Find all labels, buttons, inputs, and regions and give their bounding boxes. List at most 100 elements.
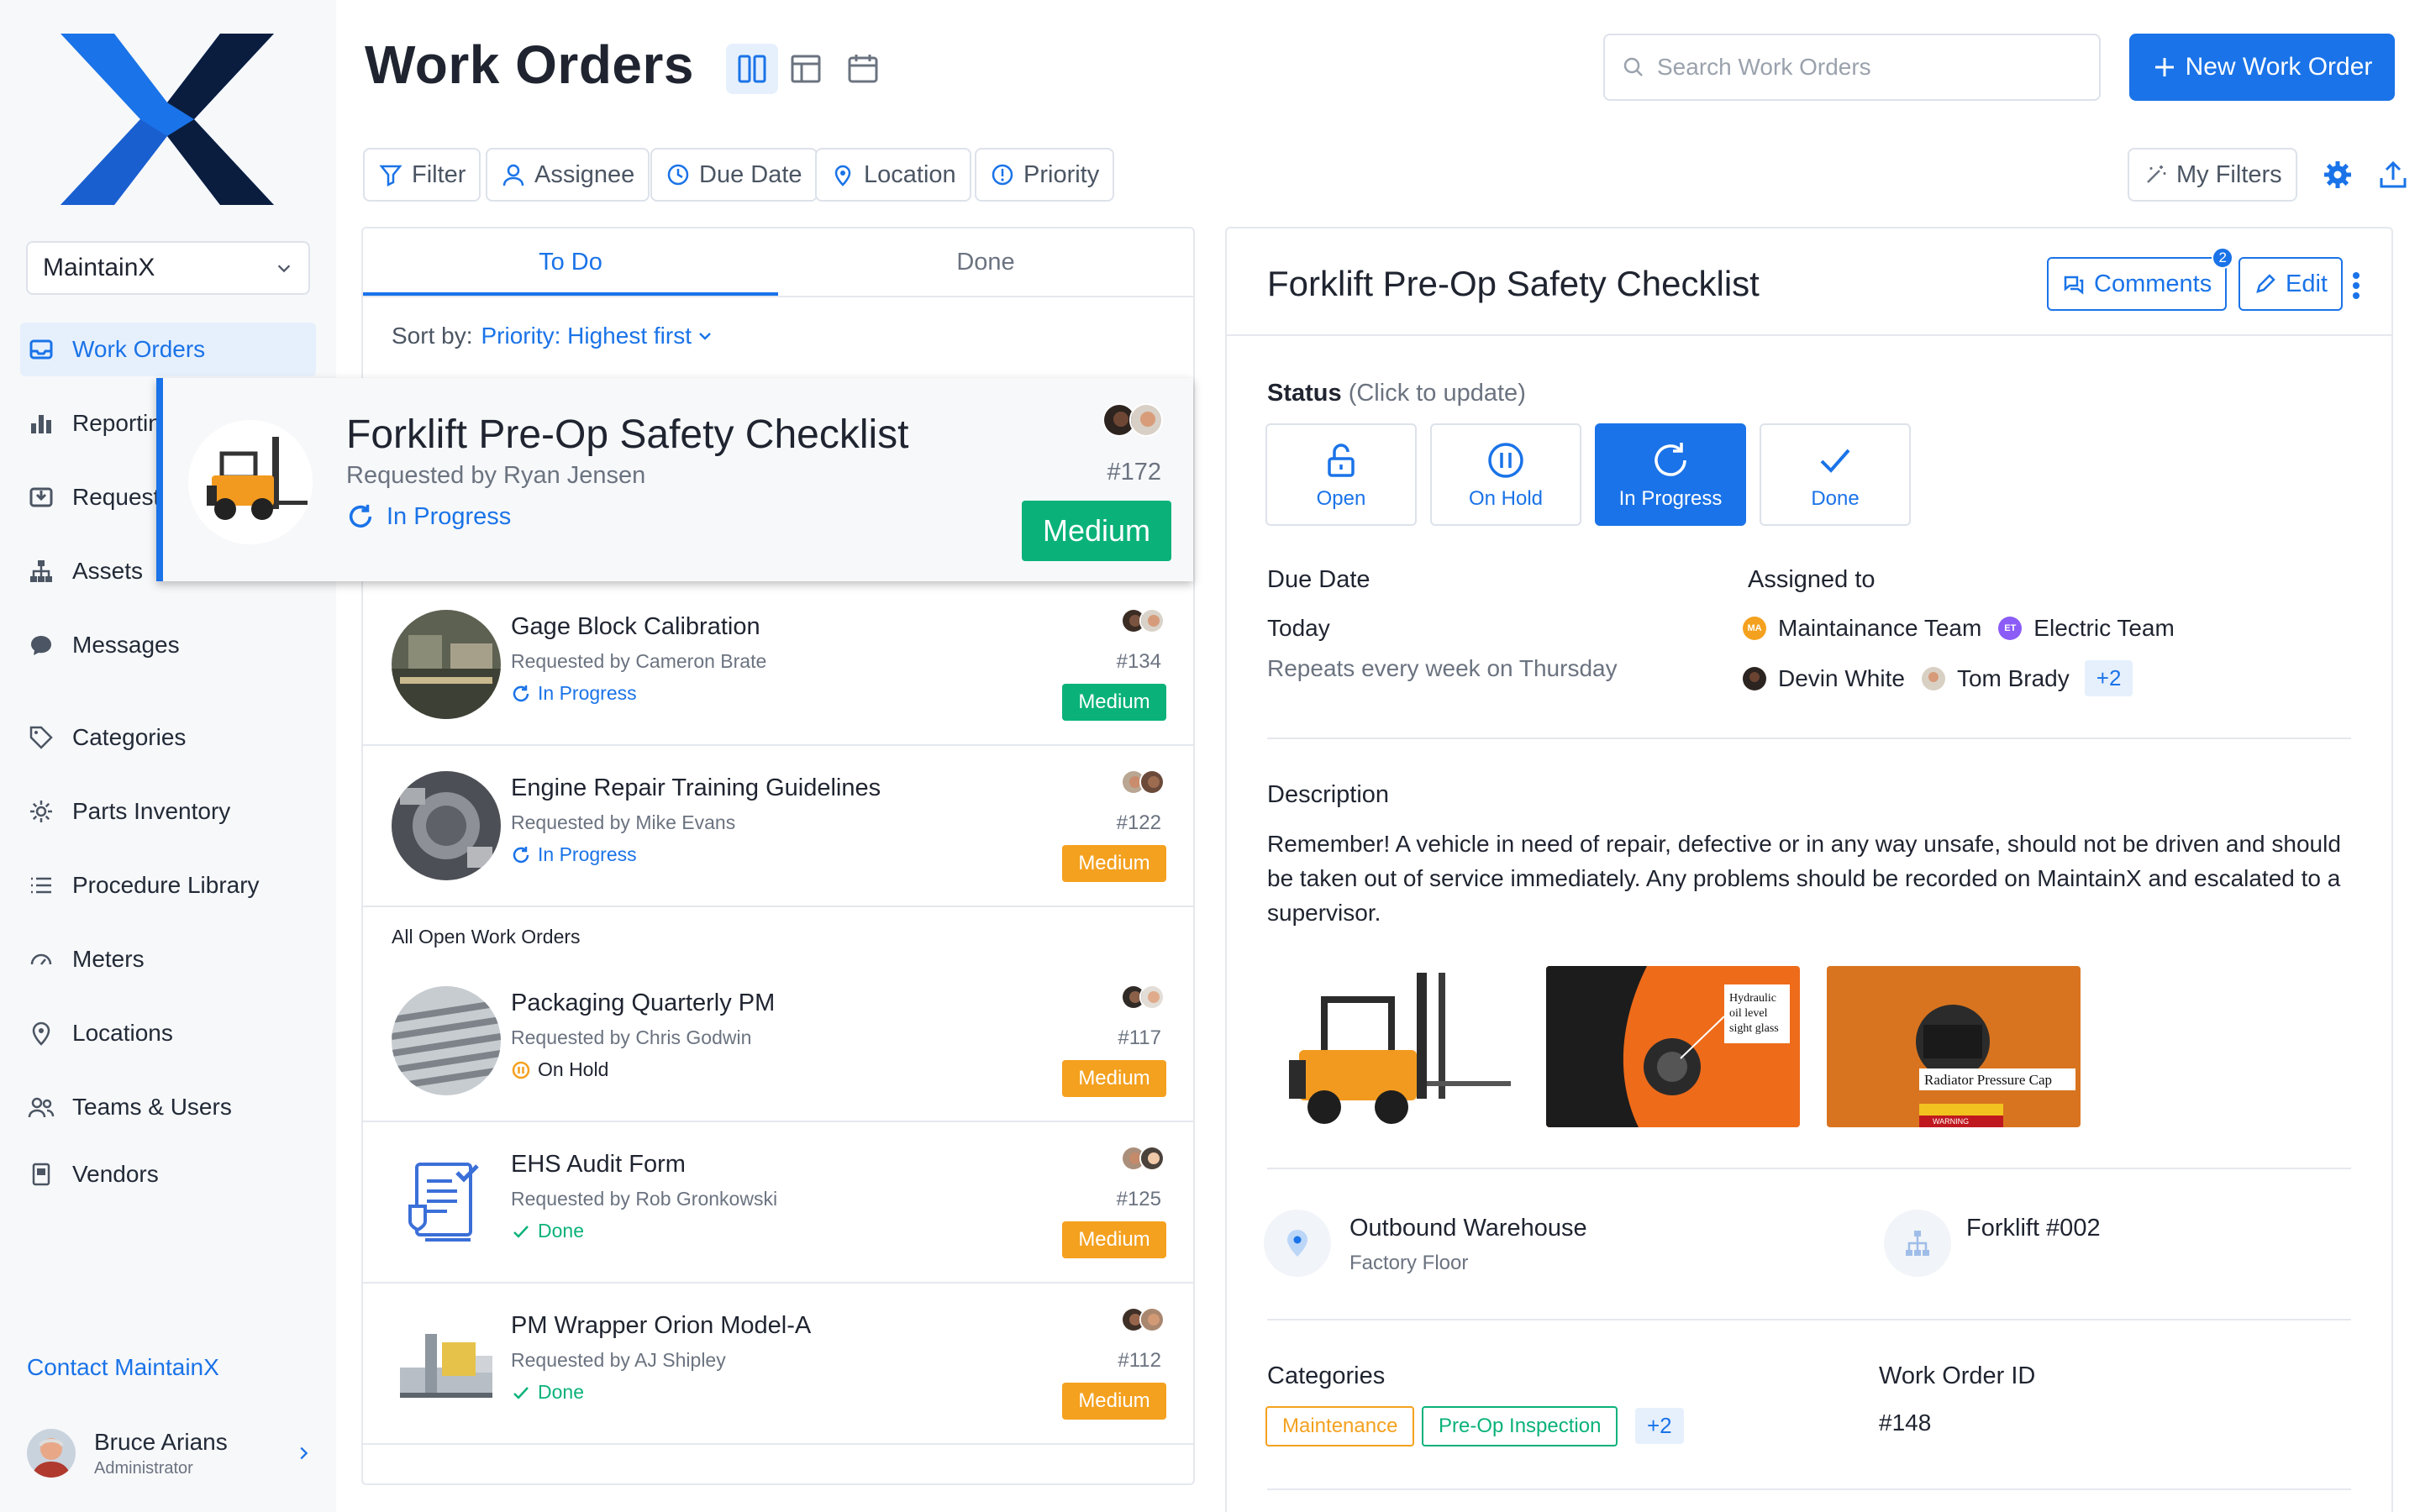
- sidebar-item-label: Messages: [72, 632, 180, 658]
- forklift-photo[interactable]: [1265, 966, 1519, 1127]
- user-card[interactable]: Bruce Arians Administrator: [27, 1420, 313, 1487]
- hydraulic-sight-glass-photo[interactable]: Hydraulic oil level sight glass: [1546, 966, 1800, 1127]
- section-divider: [1267, 738, 2351, 739]
- list-item[interactable]: EHS Audit Form Requested by Rob Gronkows…: [363, 1122, 1193, 1284]
- work-order-status: Done: [511, 1381, 584, 1404]
- status-done-button[interactable]: Done: [1760, 423, 1911, 526]
- tag-icon: [27, 723, 55, 752]
- sidebar-item-label: Meters: [72, 946, 145, 972]
- more-assignees-pill[interactable]: +2: [2084, 660, 2133, 696]
- upload-icon: [2380, 160, 2407, 188]
- filter-chip[interactable]: Filter: [363, 148, 481, 202]
- users-icon: [27, 1093, 55, 1121]
- work-order-id: #117: [1118, 1026, 1161, 1049]
- status-in-progress-button[interactable]: In Progress: [1595, 423, 1746, 526]
- section-divider: [1267, 1319, 2351, 1320]
- more-categories-pill[interactable]: +2: [1635, 1408, 1684, 1444]
- search-input[interactable]: [1657, 54, 2060, 81]
- sidebar-item-locations[interactable]: Locations: [20, 1006, 316, 1060]
- more-options-icon[interactable]: [2341, 265, 2371, 306]
- search-bar[interactable]: [1603, 34, 2101, 101]
- photo-label: Radiator Pressure Cap: [1924, 1072, 2052, 1088]
- tab-done[interactable]: Done: [778, 228, 1193, 296]
- list-item[interactable]: Gage Block Calibration Requested by Came…: [363, 585, 1193, 746]
- magic-wand-icon: [2147, 165, 2166, 183]
- avatar: [1139, 769, 1165, 795]
- new-work-order-button[interactable]: New Work Order: [2129, 34, 2395, 101]
- funnel-icon: [379, 165, 402, 187]
- selected-work-order-status: In Progress: [346, 502, 511, 531]
- chevron-down-icon: [277, 265, 291, 273]
- person-name: Tom Brady: [1956, 664, 2070, 691]
- org-selector[interactable]: MaintainX: [26, 241, 310, 295]
- sidebar-item-label: Teams & Users: [72, 1094, 232, 1120]
- team-avatar: MA: [1743, 617, 1766, 640]
- tab-to-do[interactable]: To Do: [363, 228, 778, 296]
- sidebar-item-label: Locations: [72, 1020, 173, 1046]
- detail-title: Forklift Pre-Op Safety Checklist: [1267, 264, 1760, 303]
- category-tag[interactable]: Maintenance: [1265, 1406, 1415, 1446]
- priority-chip[interactable]: Priority: [975, 148, 1115, 202]
- comments-button[interactable]: Comments 2: [2047, 247, 2234, 311]
- section-divider: [1267, 1488, 2351, 1490]
- work-order-status-label: Done: [538, 1381, 584, 1403]
- sidebar-item-procedure-library[interactable]: Procedure Library: [20, 858, 316, 912]
- my-filters-button[interactable]: My Filters: [2128, 148, 2297, 202]
- work-order-title: Packaging Quarterly PM: [511, 990, 776, 1016]
- category-tag[interactable]: Pre-Op Inspection: [1422, 1406, 1618, 1446]
- avatar: [1743, 666, 1766, 690]
- radiator-cap-photo[interactable]: Radiator Pressure Cap WARNING: [1827, 966, 2081, 1127]
- sidebar-item-label: Categories: [72, 724, 187, 750]
- work-order-title: EHS Audit Form: [511, 1151, 686, 1178]
- status-on-hold-button[interactable]: On Hold: [1430, 423, 1581, 526]
- due-date-chip-label: Due Date: [699, 160, 802, 188]
- work-order-status: In Progress: [511, 843, 637, 866]
- sidebar-item-parts-inventory[interactable]: Parts Inventory: [20, 785, 316, 838]
- assignee-avatars: [1121, 1307, 1165, 1332]
- sidebar-item-meters[interactable]: Meters: [20, 932, 316, 986]
- user-icon: [502, 164, 524, 186]
- asset-name[interactable]: Forklift #002: [1966, 1215, 2101, 1242]
- priority-badge: Medium: [1062, 845, 1166, 882]
- sidebar-item-vendors[interactable]: Vendors: [20, 1147, 316, 1201]
- refresh-icon: [1655, 443, 1686, 476]
- assignee-avatars: [1121, 984, 1165, 1010]
- priority-chip-label: Priority: [1023, 160, 1100, 188]
- sidebar-item-teams-users[interactable]: Teams & Users: [20, 1080, 316, 1134]
- selected-work-order-card[interactable]: Forklift Pre-Op Safety Checklist Request…: [156, 378, 1193, 581]
- contact-link[interactable]: Contact MaintainX: [27, 1354, 219, 1381]
- due-date-value: Today: [1267, 615, 1330, 641]
- priority-badge: Medium: [1062, 1221, 1166, 1258]
- board-view-button[interactable]: [726, 44, 778, 94]
- list-item[interactable]: Engine Repair Training Guidelines Reques…: [363, 746, 1193, 907]
- photo-label: WARNING: [1933, 1117, 1969, 1126]
- sidebar-item-label: Assets: [72, 558, 144, 584]
- location-chip[interactable]: Location: [815, 148, 971, 202]
- work-order-title: Gage Block Calibration: [511, 613, 760, 640]
- hierarchy-icon: [1906, 1231, 1929, 1256]
- map-pin-icon: [1287, 1230, 1307, 1257]
- calendar-view-button[interactable]: [837, 44, 889, 94]
- location-name[interactable]: Outbound Warehouse: [1349, 1215, 1587, 1242]
- assignee-chip-label: Assignee: [534, 160, 635, 188]
- assignee-avatars: [1121, 769, 1165, 795]
- export-button[interactable]: [2373, 155, 2413, 195]
- maintainx-logo[interactable]: [60, 34, 274, 205]
- list-item[interactable]: PM Wrapper Orion Model-A Requested by AJ…: [363, 1284, 1193, 1445]
- refresh-icon: [513, 846, 529, 863]
- sort-control[interactable]: Sort by: Priority: Highest first: [392, 323, 713, 349]
- new-work-order-label: New Work Order: [2185, 53, 2373, 81]
- due-date-chip[interactable]: Due Date: [650, 148, 818, 202]
- section-divider: [1267, 1168, 2351, 1169]
- status-open-button[interactable]: Open: [1265, 423, 1417, 526]
- sidebar-item-messages[interactable]: Messages: [20, 618, 316, 672]
- sidebar-item-categories[interactable]: Categories: [20, 711, 316, 764]
- gear-icon: [2324, 161, 2351, 188]
- sidebar-item-label: Work Orders: [72, 336, 206, 362]
- assignee-chip[interactable]: Assignee: [486, 148, 650, 202]
- settings-button[interactable]: [2317, 155, 2358, 195]
- list-item[interactable]: Packaging Quarterly PM Requested by Chri…: [363, 961, 1193, 1122]
- table-view-button[interactable]: [780, 44, 832, 94]
- sidebar-item-work-orders[interactable]: Work Orders: [20, 323, 316, 376]
- edit-button[interactable]: Edit: [2238, 257, 2343, 311]
